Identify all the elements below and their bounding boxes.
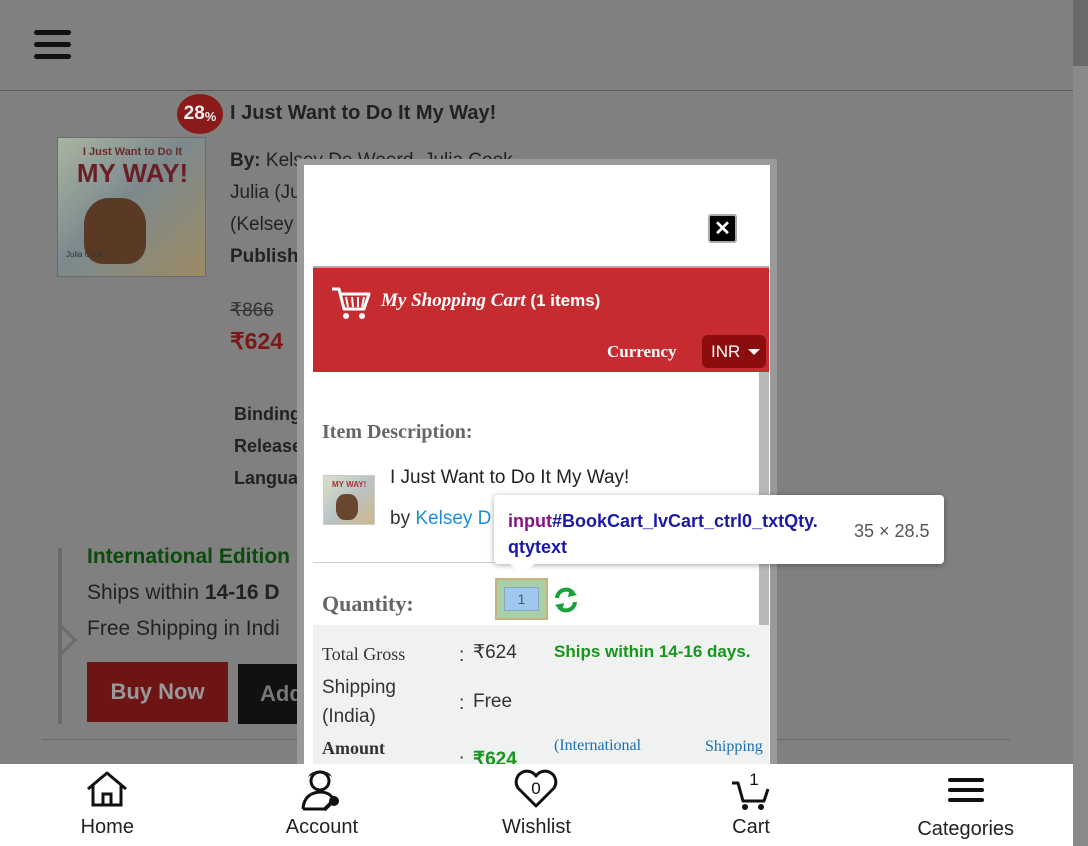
discount-badge: 28% bbox=[177, 94, 223, 134]
refresh-icon[interactable] bbox=[553, 586, 579, 614]
sale-price: ₹624 bbox=[230, 328, 284, 354]
cart-title: My Shopping Cart (1 items) bbox=[381, 290, 601, 311]
nav-home[interactable]: Home bbox=[0, 764, 215, 846]
account-icon bbox=[301, 770, 339, 811]
amount-value: ₹624 bbox=[473, 749, 517, 765]
inspector-size: 35 × 28.5 bbox=[854, 521, 930, 541]
total-gross-label: Total Gross bbox=[322, 644, 406, 664]
heart-icon: 0 bbox=[515, 769, 558, 808]
nav-wishlist-label: Wishlist bbox=[502, 816, 571, 838]
currency-label: Currency bbox=[607, 342, 677, 361]
shipping-link[interactable]: Shipping bbox=[705, 738, 763, 756]
ships-within-note: Ships within 14-16 days. bbox=[554, 642, 751, 661]
item-name: I Just Want to Do It My Way! bbox=[390, 467, 630, 488]
add-to-cart-button[interactable]: Add bbox=[238, 664, 303, 724]
total-gross-value: ₹624 bbox=[473, 642, 517, 663]
book-cover-image[interactable]: I Just Want to Do It MY WAY! Julia Cook bbox=[57, 137, 206, 277]
item-description-label: Item Description: bbox=[322, 421, 473, 443]
inspector-selector: input#BookCart_lvCart_ctrl0_txtQty. qtyte… bbox=[508, 511, 818, 557]
international-link[interactable]: (International bbox=[554, 737, 641, 755]
menu-icon bbox=[947, 778, 984, 802]
nav-categories[interactable]: Categories bbox=[858, 764, 1073, 846]
original-price: ₹866 bbox=[230, 300, 274, 321]
nav-home-label: Home bbox=[80, 816, 134, 838]
quantity-label: Quantity: bbox=[322, 591, 414, 616]
cover-title-small: I Just Want to Do It bbox=[82, 146, 183, 158]
author-link[interactable]: Kelsey D bbox=[415, 508, 491, 529]
cart-icon: 1 bbox=[732, 770, 770, 810]
home-icon bbox=[87, 771, 128, 807]
wishlist-count: 0 bbox=[532, 779, 541, 798]
item-thumbnail[interactable]: MY WAY! bbox=[323, 475, 375, 525]
nav-account[interactable]: Account bbox=[215, 764, 430, 846]
page-scrollbar[interactable] bbox=[1073, 0, 1088, 846]
shipping-region: (India) bbox=[322, 706, 376, 727]
chevron-down-icon bbox=[748, 348, 761, 355]
order-totals: Total Gross : ₹624 Ships within 14-16 da… bbox=[313, 625, 769, 765]
scrollbar-thumb[interactable] bbox=[1073, 0, 1088, 66]
nav-cart[interactable]: 1 Cart bbox=[644, 764, 859, 846]
nav-cart-label: Cart bbox=[732, 816, 770, 838]
cart-header: My Shopping Cart (1 items) Currency INR bbox=[313, 266, 769, 372]
top-bar bbox=[0, 0, 1073, 91]
free-shipping-text: Free Shipping in Indi bbox=[87, 617, 280, 640]
cart-count-badge: 1 bbox=[749, 770, 758, 789]
inspector-tooltip: input#BookCart_lvCart_ctrl0_txtQty. qtyte… bbox=[494, 495, 944, 576]
ships-within-text: Ships within 14-16 D bbox=[87, 581, 280, 604]
nav-wishlist[interactable]: 0 Wishlist bbox=[429, 764, 644, 846]
colon: : bbox=[459, 693, 465, 714]
thumbnail-illustration bbox=[336, 494, 358, 520]
quantity-highlight bbox=[495, 578, 548, 620]
buy-now-button[interactable]: Buy Now bbox=[87, 662, 228, 722]
thumbnail-title: MY WAY! bbox=[332, 480, 367, 489]
tooltip-pointer bbox=[510, 564, 534, 576]
shopping-cart-icon bbox=[332, 287, 371, 319]
cart-count: (1 items) bbox=[530, 291, 601, 310]
shipping-value: Free bbox=[473, 691, 513, 712]
colon: : bbox=[459, 645, 465, 666]
publisher-label: Publish bbox=[230, 246, 299, 267]
colon: : bbox=[459, 751, 465, 765]
shipping-label: Shipping bbox=[322, 677, 396, 698]
book-title[interactable]: I Just Want to Do It My Way! bbox=[230, 102, 496, 125]
panel-pointer-icon bbox=[57, 622, 77, 658]
currency-select[interactable]: INR bbox=[702, 335, 766, 368]
nav-account-label: Account bbox=[285, 816, 359, 838]
nav-categories-label: Categories bbox=[917, 818, 1015, 840]
cart-modal: ✕ My Shopping Cart (1 items) Currency IN… bbox=[304, 165, 770, 765]
cover-title-large: MY WAY! bbox=[76, 158, 189, 188]
cover-author: Julia Cook bbox=[66, 250, 104, 259]
quantity-input[interactable] bbox=[504, 587, 539, 611]
international-edition-title: International Edition bbox=[87, 545, 290, 568]
binding-label: Binding bbox=[234, 404, 301, 424]
amount-label: Amount bbox=[322, 738, 386, 758]
cart-body: Item Description: MY WAY! I Just Want to… bbox=[313, 372, 769, 765]
hamburger-menu-icon[interactable] bbox=[34, 30, 71, 60]
item-author: by Kelsey D bbox=[390, 508, 492, 529]
bottom-nav: Home Account 0 Wishlist 1 Cart Categorie… bbox=[0, 764, 1073, 846]
release-label: Release bbox=[234, 436, 303, 456]
close-icon[interactable]: ✕ bbox=[708, 214, 737, 243]
